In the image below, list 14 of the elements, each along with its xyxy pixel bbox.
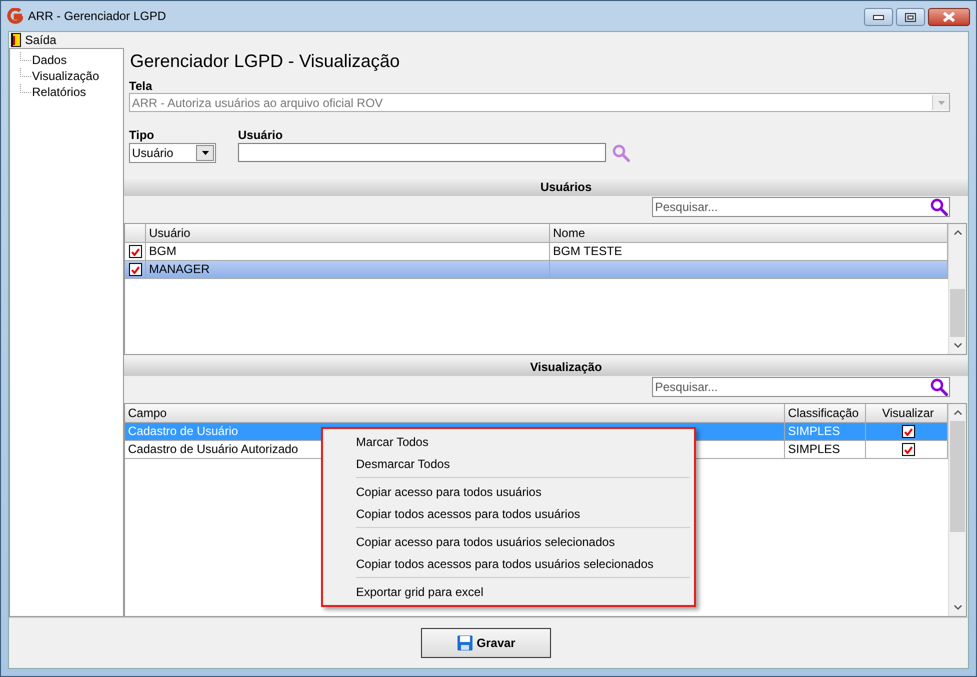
field-label: Tela xyxy=(128,79,154,93)
page-title: Gerenciador LGPD - Visualização xyxy=(129,50,401,73)
table-cell: SIMPLES xyxy=(785,441,866,458)
table-cell: MANAGER xyxy=(146,261,550,278)
table-cell: BGM xyxy=(146,243,550,260)
table-cell: SIMPLES xyxy=(785,423,866,440)
field-label: Usuário xyxy=(238,128,284,143)
field-label: Tipo xyxy=(129,128,156,143)
window-title: ARR - Gerenciador LGPD xyxy=(28,9,168,23)
section-header: Usuários xyxy=(124,177,968,196)
column-header: Usuário xyxy=(146,224,550,242)
column-header: Classificação xyxy=(785,404,866,422)
section-header: Visualização xyxy=(124,357,968,376)
column-header: Campo xyxy=(125,404,785,422)
